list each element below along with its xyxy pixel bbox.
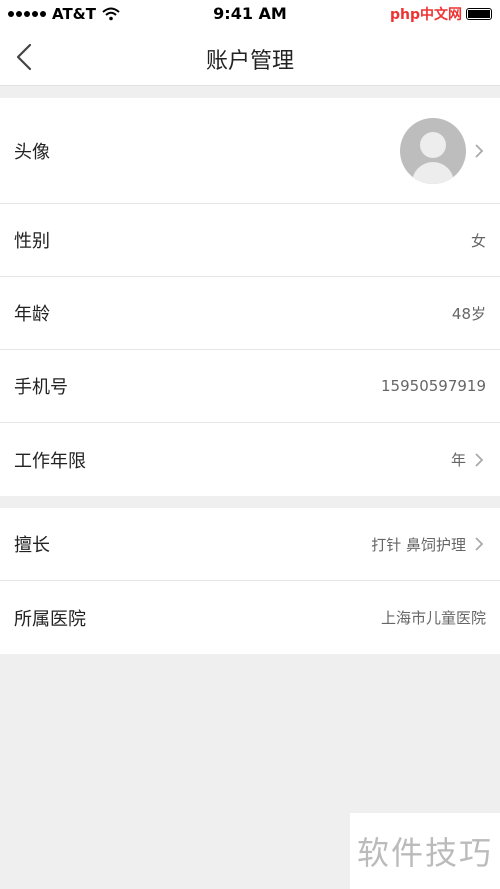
work-years-value: 年	[450, 451, 466, 469]
phone-label: 手机号	[14, 377, 68, 398]
avatar-label: 头像	[14, 141, 50, 163]
avatar	[400, 117, 466, 184]
navigation-bar: 账户管理	[0, 28, 500, 86]
work-group: 擅长 打针 鼻饲护理 所属医院 上海市儿童医院	[0, 508, 500, 654]
battery-icon	[466, 8, 492, 20]
phone-row[interactable]: 手机号 15950597919	[0, 350, 500, 423]
status-right: php中文网	[390, 4, 492, 24]
chevron-right-icon	[475, 452, 484, 467]
phone-value: 15950597919	[381, 377, 486, 395]
top-watermark: php中文网	[389, 7, 462, 23]
age-value: 48岁	[451, 304, 486, 323]
section-gap	[0, 86, 500, 98]
section-gap	[0, 496, 500, 508]
gender-label: 性别	[14, 231, 50, 252]
age-label: 年龄	[14, 304, 50, 325]
profile-group: 头像 性别 女 年龄 48岁 手机号 15950597919 工作年限 年	[0, 98, 500, 496]
work-years-label: 工作年限	[14, 450, 86, 472]
age-row[interactable]: 年龄 48岁	[0, 277, 500, 350]
hospital-label: 所属医院	[14, 608, 86, 630]
gender-value: 女	[470, 231, 486, 250]
hospital-value: 上海市儿童医院	[380, 609, 486, 627]
chevron-right-icon	[475, 143, 484, 158]
specialty-label: 擅长	[14, 535, 50, 556]
chevron-right-icon	[475, 537, 484, 551]
page-title: 账户管理	[205, 49, 294, 74]
status-bar: AT&T 9:41 AM php中文网	[0, 0, 500, 28]
gender-row[interactable]: 性别 女	[0, 204, 500, 277]
specialty-row[interactable]: 擅长 打针 鼻饲护理	[0, 508, 500, 581]
avatar-row[interactable]: 头像	[0, 98, 500, 204]
bottom-watermark: 软件技巧	[350, 813, 500, 889]
specialty-value: 打针 鼻饲护理	[371, 535, 466, 554]
work-years-row[interactable]: 工作年限 年	[0, 423, 500, 496]
hospital-row[interactable]: 所属医院 上海市儿童医院	[0, 581, 500, 654]
